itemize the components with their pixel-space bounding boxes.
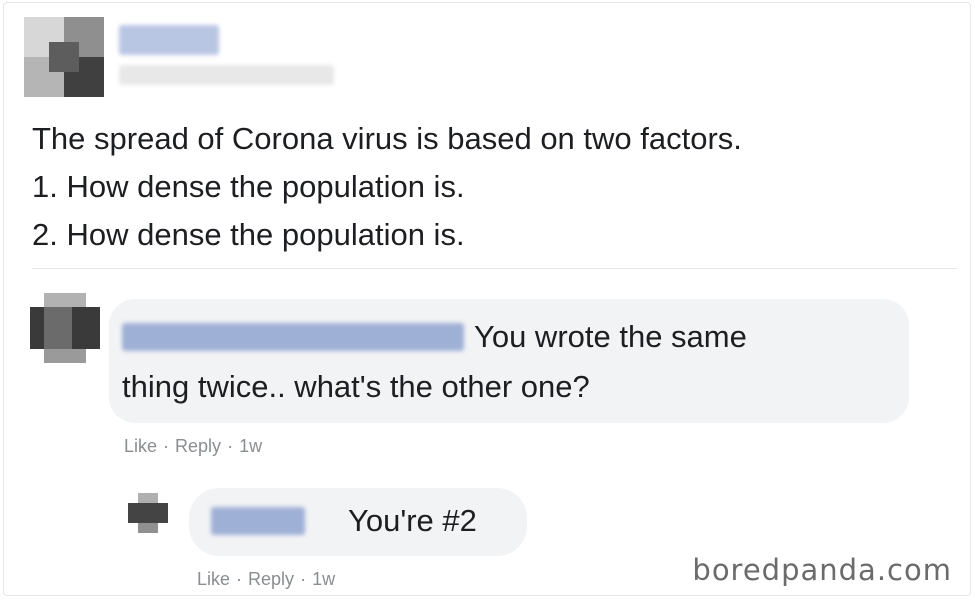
separator: · [163,436,170,456]
reply-link[interactable]: Reply [248,569,294,589]
post-card: The spread of Corona virus is based on t… [3,2,971,596]
replier-name[interactable] [211,507,305,535]
divider [32,268,957,269]
timestamp[interactable]: 1w [239,436,262,456]
watermark-logo: boredpanda.com [692,553,952,587]
post-line-2: 1. How dense the population is. [32,169,465,204]
reply-text: You're #2 [348,503,477,538]
timestamp[interactable]: 1w [312,569,335,589]
post-meta [119,65,334,85]
separator: · [300,569,307,589]
commenter-avatar[interactable] [30,293,100,363]
comment-actions: Like · Reply · 1w [124,436,268,457]
post-line-3: 2. How dense the population is. [32,217,465,252]
separator: · [227,436,234,456]
commenter-name[interactable] [122,323,464,351]
like-link[interactable]: Like [197,569,230,589]
poster-name[interactable] [119,25,219,55]
separator: · [236,569,243,589]
reply-link[interactable]: Reply [175,436,221,456]
poster-avatar[interactable] [24,17,104,97]
post-body: The spread of Corona virus is based on t… [32,115,952,259]
reply-actions: Like · Reply · 1w [197,569,341,590]
post-line-1: The spread of Corona virus is based on t… [32,121,742,156]
comment-text-line-1: You wrote the same [474,319,747,354]
like-link[interactable]: Like [124,436,157,456]
comment-text-line-2: thing twice.. what's the other one? [122,369,590,404]
replier-avatar[interactable] [128,493,168,533]
